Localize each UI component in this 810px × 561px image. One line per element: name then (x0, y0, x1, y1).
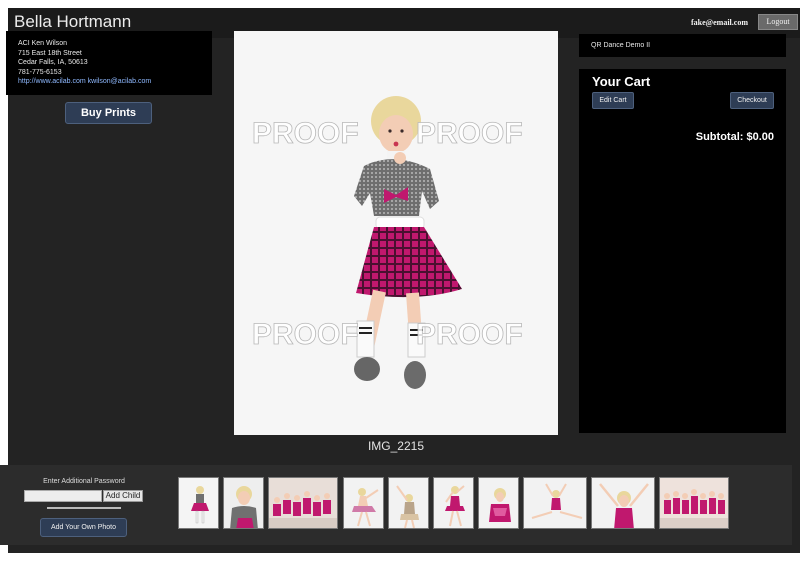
checkout-button[interactable]: Checkout (730, 92, 774, 109)
lab-city: Cedar Falls, IA, 50613 (18, 59, 88, 66)
thumbnail[interactable] (659, 477, 729, 529)
thumbnail-image (660, 478, 728, 528)
thumbnail-image (434, 478, 473, 528)
thumbnail[interactable] (223, 477, 264, 529)
password-label: Enter Additional Password (43, 478, 125, 485)
logout-button[interactable]: Logout (758, 14, 798, 30)
lab-street: 715 East 18th Street (18, 49, 82, 57)
user-email: fake@email.com (691, 18, 748, 27)
add-own-photo-button[interactable]: Add Your Own Photo (40, 518, 127, 537)
lab-phone: 781-775-6153 (18, 68, 62, 76)
additional-password-input[interactable] (24, 490, 102, 502)
thumbnail[interactable] (591, 477, 655, 529)
edit-cart-button[interactable]: Edit Cart (592, 92, 634, 109)
footer-divider (47, 507, 121, 509)
thumbnail-image (479, 478, 518, 528)
thumbnail-image (224, 478, 263, 528)
thumbnail[interactable] (178, 477, 219, 529)
thumbnail[interactable] (268, 477, 338, 529)
thumbnail-image (524, 478, 586, 528)
thumbnail-image (269, 478, 337, 528)
proof-watermark: PROOF (252, 117, 359, 150)
thumbnail-image (592, 478, 654, 528)
dancer-photo-image: PROOF PROOF PROOF PROOF (234, 31, 558, 435)
thumbnail[interactable] (523, 477, 587, 529)
thumbnail[interactable] (388, 477, 429, 529)
lab-website-link[interactable]: http://www.acilab.com (18, 78, 86, 85)
lab-name: ACI Ken Wilson (18, 40, 68, 47)
cart-panel: Your Cart Edit Cart Checkout Subtotal: $… (579, 69, 786, 433)
thumbnail-image (344, 478, 383, 528)
main-photo: PROOF PROOF PROOF PROOF (234, 31, 558, 435)
event-name-box: QR Dance Demo II (579, 34, 786, 57)
thumbnail-image (179, 478, 218, 528)
proof-watermark: PROOF (416, 117, 523, 150)
photo-caption: IMG_2215 (367, 439, 425, 453)
cart-subtotal: Subtotal: $0.00 (695, 131, 774, 143)
add-child-button[interactable]: Add Child (103, 490, 143, 502)
proof-watermark: PROOF (416, 318, 523, 351)
thumbnail-image (389, 478, 428, 528)
proof-watermark: PROOF (252, 318, 359, 351)
thumbnail[interactable] (433, 477, 474, 529)
cart-title: Your Cart (592, 74, 651, 89)
buy-prints-button[interactable]: Buy Prints (65, 102, 152, 124)
thumbnail[interactable] (478, 477, 519, 529)
lab-email-link[interactable]: kwilson@acilab.com (88, 78, 152, 85)
lab-info-box: ACI Ken Wilson 715 East 18th Street Ceda… (6, 31, 212, 95)
thumbnail[interactable] (343, 477, 384, 529)
page-title: Bella Hortmann (14, 12, 132, 31)
